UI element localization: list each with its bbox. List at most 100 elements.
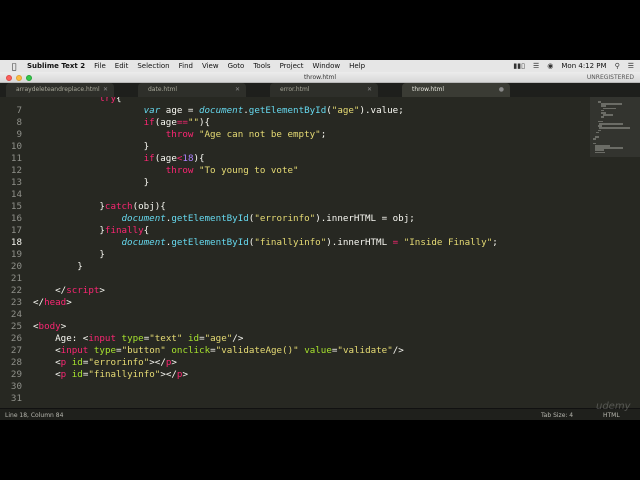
code-token: document bbox=[198, 105, 244, 116]
code-line[interactable]: 27 <input type="button" onclick="validat… bbox=[0, 345, 590, 357]
line-number: 27 bbox=[10, 345, 22, 356]
code-token: ).value; bbox=[359, 105, 404, 116]
tab-error[interactable]: error.html ✕ bbox=[270, 83, 378, 97]
code-line[interactable]: 31 bbox=[0, 393, 590, 405]
code-line[interactable]: 21 bbox=[0, 273, 590, 285]
minimap-line bbox=[599, 127, 630, 129]
tab-size-selector[interactable]: Tab Size: 4 bbox=[541, 412, 573, 419]
line-number: 11 bbox=[10, 153, 22, 164]
code-line[interactable]: 9 throw "Age can not be empty"; bbox=[0, 129, 590, 141]
line-code: Age: <input type="text" id="age"/> bbox=[33, 333, 243, 345]
code-line[interactable]: 24 bbox=[0, 309, 590, 321]
code-line[interactable]: 28 <p id="errorinfo"></p> bbox=[0, 357, 590, 369]
code-token: "validateAge()" bbox=[215, 345, 299, 356]
code-token: { bbox=[116, 97, 122, 104]
code-token: input bbox=[88, 333, 116, 344]
line-code: }finally{ bbox=[33, 225, 149, 237]
code-line[interactable]: 25 <body> bbox=[0, 321, 590, 333]
code-token: ).innerHTML = obj; bbox=[315, 213, 415, 224]
line-number: 7 bbox=[16, 105, 22, 116]
tab-close-icon[interactable]: ✕ bbox=[367, 83, 372, 97]
syntax-selector[interactable]: HTML bbox=[603, 412, 620, 419]
tab-throw[interactable]: throw.html ● bbox=[402, 83, 510, 97]
code-token: } bbox=[33, 141, 150, 152]
tab-dirty-icon[interactable]: ● bbox=[499, 83, 504, 97]
code-line[interactable]: 20 } bbox=[0, 261, 590, 273]
code-token: try bbox=[99, 97, 116, 104]
code-line[interactable]: 12 throw "To young to vote" bbox=[0, 165, 590, 177]
code-token: getElementById bbox=[248, 105, 327, 116]
code-line[interactable]: try{ bbox=[0, 97, 590, 105]
minimap-line bbox=[599, 123, 624, 125]
code-line[interactable]: 22 </script> bbox=[0, 285, 590, 297]
code-line[interactable]: 23 </head> bbox=[0, 297, 590, 309]
code-token: type bbox=[93, 345, 117, 356]
code-line[interactable]: 30 bbox=[0, 381, 590, 393]
tab-date[interactable]: date.html ✕ bbox=[138, 83, 246, 97]
code-token: } bbox=[33, 201, 105, 212]
menu-app-name[interactable]: Sublime Text 2 bbox=[27, 62, 85, 70]
menu-edit[interactable]: Edit bbox=[115, 62, 129, 70]
tab-arraydeleteandreplace[interactable]: arraydeleteandreplace.html ✕ bbox=[6, 83, 114, 97]
search-icon[interactable]: ⚲ bbox=[615, 62, 620, 70]
code-line[interactable]: 10 } bbox=[0, 141, 590, 153]
code-line[interactable]: 11 if(age<18){ bbox=[0, 153, 590, 165]
code-token: getElementById bbox=[171, 213, 249, 224]
status-menus: ▮▮▯ ☰ ◉ Mon 4:12 PM ⚲ ☰ bbox=[513, 60, 634, 72]
code-line[interactable]: 14 bbox=[0, 189, 590, 201]
menu-goto[interactable]: Goto bbox=[228, 62, 245, 70]
code-line[interactable]: 29 <p id="finallyinfo"></p> bbox=[0, 369, 590, 381]
menu-help[interactable]: Help bbox=[349, 62, 365, 70]
menu-file[interactable]: File bbox=[94, 62, 106, 70]
menu-tools[interactable]: Tools bbox=[253, 62, 270, 70]
line-number: 12 bbox=[10, 165, 22, 176]
menubar-clock[interactable]: Mon 4:12 PM bbox=[561, 62, 606, 70]
code-token: var bbox=[143, 105, 161, 116]
wifi-icon[interactable]: ☰ bbox=[533, 62, 539, 70]
line-code: throw "To young to vote" bbox=[33, 165, 299, 177]
minimap[interactable] bbox=[590, 97, 640, 412]
line-number: 8 bbox=[16, 117, 22, 128]
code-line[interactable]: 17 }finally{ bbox=[0, 225, 590, 237]
code-token: "errorinfo" bbox=[88, 357, 150, 368]
code-line[interactable]: 15 }catch(obj){ bbox=[0, 201, 590, 213]
menu-project[interactable]: Project bbox=[280, 62, 304, 70]
tab-close-icon[interactable]: ✕ bbox=[103, 83, 108, 97]
line-number: 9 bbox=[16, 129, 22, 140]
code-line[interactable]: 19 } bbox=[0, 249, 590, 261]
code-line[interactable]: 18 document.getElementById("finallyinfo"… bbox=[0, 237, 590, 249]
code-token: catch bbox=[104, 201, 133, 212]
code-token: onclick bbox=[171, 345, 211, 356]
line-number: 20 bbox=[10, 261, 22, 272]
code-line[interactable]: 26 Age: <input type="text" id="age"/> bbox=[0, 333, 590, 345]
battery-icon[interactable]: ▮▮▯ bbox=[513, 62, 525, 70]
tab-label: throw.html bbox=[412, 86, 445, 93]
code-editor[interactable]: try{7 var age = document.getElementById(… bbox=[0, 97, 590, 412]
apple-icon[interactable]:  bbox=[9, 62, 19, 71]
line-code: <input type="button" onclick="validateAg… bbox=[33, 345, 404, 357]
code-token: document bbox=[121, 213, 166, 224]
code-token: > bbox=[171, 357, 177, 368]
code-line[interactable]: 13 } bbox=[0, 177, 590, 189]
code-token: Age: < bbox=[33, 333, 89, 344]
tab-close-icon[interactable]: ✕ bbox=[235, 83, 240, 97]
notification-icon[interactable]: ◉ bbox=[547, 62, 553, 70]
code-token: > bbox=[99, 285, 105, 296]
menu-view[interactable]: View bbox=[202, 62, 219, 70]
code-token: getElementById bbox=[171, 237, 249, 248]
window-titlebar: throw.html UNREGISTERED bbox=[0, 72, 640, 83]
menu-selection[interactable]: Selection bbox=[137, 62, 169, 70]
code-token: id bbox=[187, 333, 200, 344]
line-code: <p id="errorinfo"></p> bbox=[33, 357, 177, 369]
code-line[interactable]: 7 var age = document.getElementById("age… bbox=[0, 105, 590, 117]
code-line[interactable]: 8 if(age==""){ bbox=[0, 117, 590, 129]
code-token: ></ bbox=[149, 357, 166, 368]
line-code: } bbox=[33, 141, 150, 153]
menu-find[interactable]: Find bbox=[179, 62, 193, 70]
list-icon[interactable]: ☰ bbox=[628, 62, 634, 70]
code-line[interactable]: 16 document.getElementById("errorinfo").… bbox=[0, 213, 590, 225]
menu-window[interactable]: Window bbox=[313, 62, 341, 70]
code-token: "button" bbox=[121, 345, 166, 356]
line-number: 30 bbox=[10, 381, 22, 392]
